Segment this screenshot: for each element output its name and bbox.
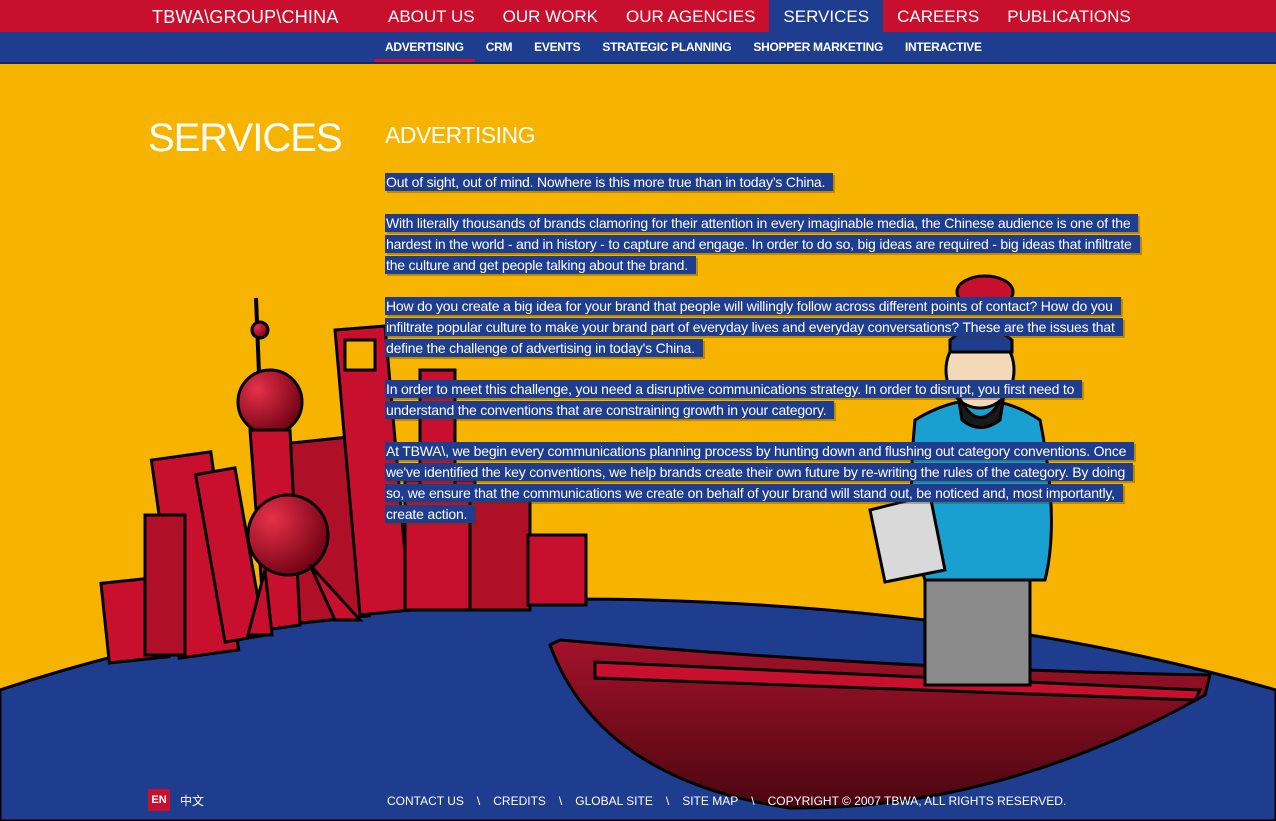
- subnav-item-advertising[interactable]: ADVERTISING: [374, 32, 475, 62]
- paragraph-text: At TBWA\, we begin every communications …: [385, 442, 1135, 523]
- subnav-item-strategic-planning[interactable]: STRATEGIC PLANNING: [591, 32, 742, 62]
- paragraph: Out of sight, out of mind. Nowhere is th…: [385, 172, 1145, 193]
- brand-logo[interactable]: TBWA\GROUP\CHINA: [152, 7, 339, 28]
- paragraph: In order to meet this challenge, you nee…: [385, 379, 1145, 421]
- paragraph-text: In order to meet this challenge, you nee…: [385, 380, 1083, 419]
- paragraph-text: How do you create a big idea for your br…: [385, 297, 1123, 357]
- footer-separator: \: [665, 794, 670, 808]
- paragraph: At TBWA\, we begin every communications …: [385, 441, 1145, 525]
- sub-nav: ADVERTISING CRM EVENTS STRATEGIC PLANNIN…: [374, 32, 993, 62]
- nav-item-services[interactable]: SERVICES: [769, 0, 884, 32]
- content-body: Out of sight, out of mind. Nowhere is th…: [385, 172, 1145, 545]
- footer-separator: \: [476, 794, 481, 808]
- copyright-text: COPYRIGHT © 2007 TBWA, ALL RIGHTS RESERV…: [767, 794, 1067, 808]
- footer-separator: \: [751, 794, 755, 808]
- footer-link-contact-us[interactable]: CONTACT US: [387, 794, 464, 808]
- nav-item-about-us[interactable]: ABOUT US: [374, 0, 489, 32]
- subnav-item-events[interactable]: EVENTS: [523, 32, 591, 62]
- main-nav: ABOUT US OUR WORK OUR AGENCIES SERVICES …: [374, 0, 1145, 32]
- footer-link-site-map[interactable]: SITE MAP: [682, 794, 738, 808]
- footer-link-global-site[interactable]: GLOBAL SITE: [575, 794, 653, 808]
- paragraph: How do you create a big idea for your br…: [385, 296, 1145, 359]
- nav-item-our-work[interactable]: OUR WORK: [489, 0, 612, 32]
- subnav-item-crm[interactable]: CRM: [475, 32, 523, 62]
- sub-nav-bar: ADVERTISING CRM EVENTS STRATEGIC PLANNIN…: [0, 32, 1276, 64]
- section-title: ADVERTISING: [385, 122, 536, 148]
- footer-separator: \: [558, 794, 563, 808]
- language-en-button[interactable]: EN: [148, 789, 170, 811]
- paragraph-text: Out of sight, out of mind. Nowhere is th…: [385, 173, 834, 191]
- nav-item-careers[interactable]: CAREERS: [883, 0, 993, 32]
- paragraph-text: With literally thousands of brands clamo…: [385, 214, 1140, 274]
- subnav-item-interactive[interactable]: INTERACTIVE: [894, 32, 993, 62]
- paragraph: With literally thousands of brands clamo…: [385, 213, 1145, 276]
- language-cn-button[interactable]: 中文: [180, 792, 204, 809]
- subnav-item-shopper-marketing[interactable]: SHOPPER MARKETING: [742, 32, 894, 62]
- language-switcher: EN 中文: [148, 789, 204, 811]
- page-title: SERVICES: [148, 116, 343, 160]
- footer: CONTACT US \ CREDITS \ GLOBAL SITE \ SIT…: [387, 794, 1066, 808]
- footer-link-credits[interactable]: CREDITS: [493, 794, 546, 808]
- nav-item-publications[interactable]: PUBLICATIONS: [993, 0, 1144, 32]
- top-nav-bar: TBWA\GROUP\CHINA ABOUT US OUR WORK OUR A…: [0, 0, 1276, 32]
- nav-item-our-agencies[interactable]: OUR AGENCIES: [612, 0, 769, 32]
